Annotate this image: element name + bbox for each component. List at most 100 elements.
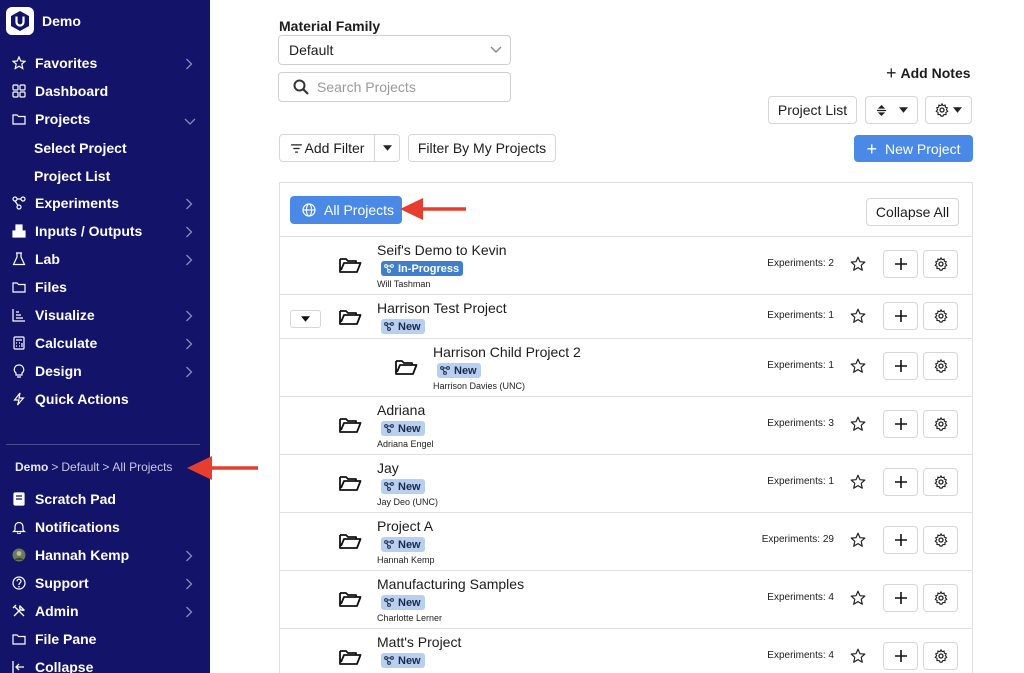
favorite-star-icon[interactable] (850, 532, 866, 548)
new-project-button[interactable]: + New Project (854, 135, 973, 162)
project-row[interactable]: Seif's Demo to Kevin In-Progress Will Tash… (280, 237, 972, 295)
sidebar-item-visualize[interactable]: Visualize (0, 301, 210, 329)
gear-icon (933, 257, 948, 271)
chevron-right-icon (184, 225, 194, 238)
sidebar-item-dashboard[interactable]: Dashboard (0, 77, 210, 105)
favorite-star-icon[interactable] (850, 590, 866, 606)
favorite-star-icon[interactable] (850, 358, 866, 374)
sidebar-item-label: Hannah Kemp (35, 547, 130, 563)
project-settings-button[interactable] (923, 584, 958, 612)
filter-by-my-projects-label: Filter By My Projects (417, 140, 547, 156)
collapse-all-button[interactable]: Collapse All (866, 198, 959, 226)
brand[interactable]: Demo (6, 6, 81, 36)
filter-by-my-projects-button[interactable]: Filter By My Projects (408, 134, 556, 162)
status-badge-label: New (398, 596, 421, 609)
cubes-icon (12, 224, 26, 238)
project-title[interactable]: Manufacturing Samples (377, 576, 524, 592)
sidebar-item-lab[interactable]: Lab (0, 245, 210, 273)
add-filter-dropdown[interactable] (374, 134, 400, 162)
sidebar-item-support[interactable]: Support (0, 569, 210, 597)
project-settings-button[interactable] (923, 526, 958, 554)
experiments-count: Experiments: 4 (767, 592, 834, 603)
sidebar-item-projects[interactable]: Projects (0, 105, 210, 133)
breadcrumb-leaf[interactable]: All Projects (112, 460, 172, 474)
workflow-icon (384, 322, 398, 331)
sidebar-item-label: Inputs / Outputs (35, 223, 143, 239)
workflow-icon (384, 264, 398, 273)
all-projects-button[interactable]: All Projects (290, 196, 402, 224)
search-input[interactable] (317, 79, 497, 95)
favorite-star-icon[interactable] (850, 308, 866, 324)
sidebar-item-collapse[interactable]: Collapse (0, 653, 210, 673)
sidebar-item-favorites[interactable]: Favorites (0, 49, 210, 77)
breadcrumb-root[interactable]: Demo (15, 460, 48, 474)
project-row[interactable]: Harrison Test Project New Experiments: 1 (280, 295, 972, 339)
add-experiment-button[interactable] (883, 584, 918, 612)
sidebar-item-calculate[interactable]: Calculate (0, 329, 210, 357)
expand-toggle[interactable] (290, 310, 321, 328)
project-title[interactable]: Seif's Demo to Kevin (377, 242, 507, 258)
project-title[interactable]: Harrison Child Project 2 (433, 344, 581, 360)
favorite-star-icon[interactable] (850, 256, 866, 272)
sidebar-item-experiments[interactable]: Experiments (0, 189, 210, 217)
project-settings-button[interactable] (923, 302, 958, 330)
sidebar-item-admin[interactable]: Admin (0, 597, 210, 625)
project-settings-button[interactable] (923, 250, 958, 278)
add-experiment-button[interactable] (883, 250, 918, 278)
sidebar-item-scratch-pad[interactable]: Scratch Pad (0, 485, 210, 513)
add-filter-button[interactable]: Add Filter (279, 134, 375, 162)
favorite-star-icon[interactable] (850, 648, 866, 664)
add-experiment-button[interactable] (883, 302, 918, 330)
sidebar-item-notifications[interactable]: Notifications (0, 513, 210, 541)
search-box[interactable] (278, 72, 511, 102)
project-title[interactable]: Harrison Test Project (377, 300, 507, 316)
favorite-star-icon[interactable] (850, 474, 866, 490)
project-row[interactable]: Manufacturing Samples New Charlotte Lerner… (280, 571, 972, 629)
plus-icon (894, 310, 907, 322)
add-experiment-button[interactable] (883, 468, 918, 496)
project-row[interactable]: Jay New Jay Deo (UNC) Experiments: 1 (280, 455, 972, 513)
project-owner: Adriana Engel (377, 439, 434, 449)
add-experiment-button[interactable] (883, 410, 918, 438)
status-badge-label: New (398, 320, 421, 333)
sidebar-subitem-select-project[interactable]: Select Project (34, 138, 127, 158)
flask-icon (12, 252, 26, 266)
add-experiment-button[interactable] (883, 352, 918, 380)
project-settings-button[interactable] (923, 642, 958, 670)
chevron-right-icon (184, 197, 194, 210)
sidebar-item-design[interactable]: Design (0, 357, 210, 385)
sidebar-subitem-project-list[interactable]: Project List (34, 166, 110, 186)
material-family-select[interactable]: Default (278, 35, 511, 65)
folder-icon (12, 280, 26, 294)
project-title[interactable]: Matt's Project (377, 634, 461, 650)
status-badge-label: New (398, 422, 421, 435)
add-experiment-button[interactable] (883, 526, 918, 554)
favorite-star-icon[interactable] (850, 416, 866, 432)
project-title[interactable]: Project A (377, 518, 433, 534)
settings-dropdown-button[interactable] (925, 96, 972, 124)
sidebar-item-quick-actions[interactable]: Quick Actions (0, 385, 210, 413)
chevron-right-icon (184, 309, 194, 322)
projects-panel-header: All Projects Collapse All (280, 183, 972, 237)
sidebar-item-hannah-kemp[interactable]: Hannah Kemp (0, 541, 210, 569)
project-settings-button[interactable] (923, 410, 958, 438)
project-row[interactable]: Project A New Hannah Kemp Experiments: 29 (280, 513, 972, 571)
project-row[interactable]: Matt's Project New Experiments: 4 (280, 629, 972, 673)
project-title[interactable]: Adriana (377, 402, 425, 418)
add-experiment-button[interactable] (883, 642, 918, 670)
breadcrumb-middle[interactable]: Default (61, 460, 99, 474)
status-badge-label: In-Progress (398, 262, 460, 275)
add-notes-button[interactable]: + Add Notes (886, 63, 971, 83)
sidebar-item-inputs-outputs[interactable]: Inputs / Outputs (0, 217, 210, 245)
plus-icon: + (886, 63, 897, 83)
project-row[interactable]: Adriana New Adriana Engel Experiments: 3 (280, 397, 972, 455)
project-settings-button[interactable] (923, 468, 958, 496)
sidebar-item-file-pane[interactable]: File Pane (0, 625, 210, 653)
help-icon (12, 576, 26, 590)
project-title[interactable]: Jay (377, 460, 399, 476)
project-settings-button[interactable] (923, 352, 958, 380)
sidebar-item-files[interactable]: Files (0, 273, 210, 301)
project-row[interactable]: Harrison Child Project 2 New Harrison Davi… (280, 339, 972, 397)
project-list-button[interactable]: Project List (768, 96, 857, 124)
sort-dropdown-button[interactable] (865, 96, 918, 124)
